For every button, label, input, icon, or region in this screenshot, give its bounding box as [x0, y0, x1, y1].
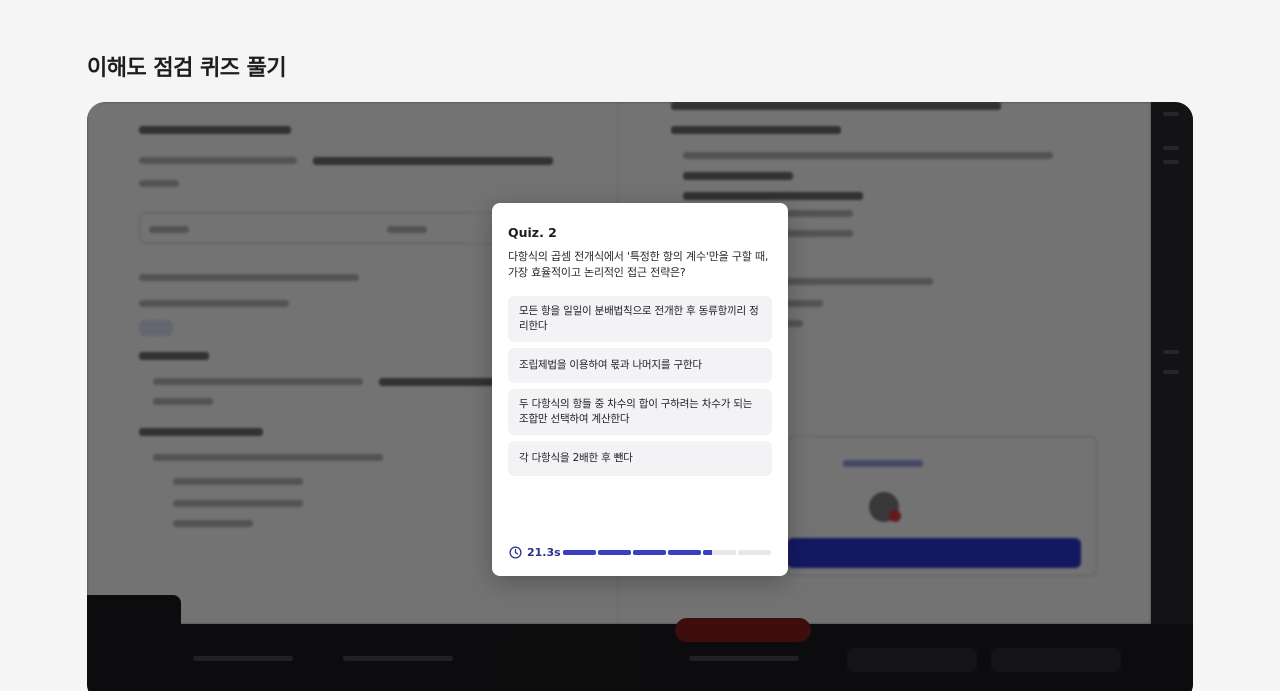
timer-progress-fill: [668, 549, 701, 555]
timer-progress-segment: [598, 549, 631, 555]
answer-option-4[interactable]: 각 다항식을 2배한 후 뺀다: [508, 441, 772, 476]
answer-options: 모든 항을 일일이 분배법칙으로 전개한 후 동류항끼리 정리한다 조립제법을 …: [508, 296, 772, 476]
quiz-question: 다항식의 곱셈 전개식에서 '특정한 항의 계수'만을 구할 때, 가장 효율적…: [508, 250, 769, 279]
timer-progress-fill: [633, 549, 666, 555]
timer-progress-fill: [703, 549, 712, 555]
timer-progress-segment: [563, 549, 596, 555]
quiz-modal: Quiz. 2 다항식의 곱셈 전개식에서 '특정한 항의 계수'만을 구할 때…: [492, 203, 788, 576]
answer-option-1[interactable]: 모든 항을 일일이 분배법칙으로 전개한 후 동류항끼리 정리한다: [508, 296, 772, 342]
timer-progress-bar: [563, 549, 771, 555]
clock-icon: [509, 545, 522, 559]
page-title: 이해도 점검 퀴즈 풀기: [87, 56, 287, 81]
timer-progress-fill: [598, 549, 631, 555]
quiz-timer: 21.3s: [509, 545, 771, 559]
timer-progress-segment: [668, 549, 701, 555]
quiz-title: Quiz. 2: [508, 225, 557, 240]
timer-progress-segment: [633, 549, 666, 555]
answer-option-3[interactable]: 두 다항식의 항들 중 차수의 합이 구하려는 차수가 되는 조합만 선택하여 …: [508, 389, 772, 435]
answer-option-2[interactable]: 조립제법을 이용하여 몫과 나머지를 구한다: [508, 348, 772, 383]
timer-progress-fill: [563, 549, 596, 555]
timer-progress-segment: [703, 549, 736, 555]
timer-value: 21.3s: [527, 545, 561, 559]
timer-progress-segment: [738, 549, 771, 555]
